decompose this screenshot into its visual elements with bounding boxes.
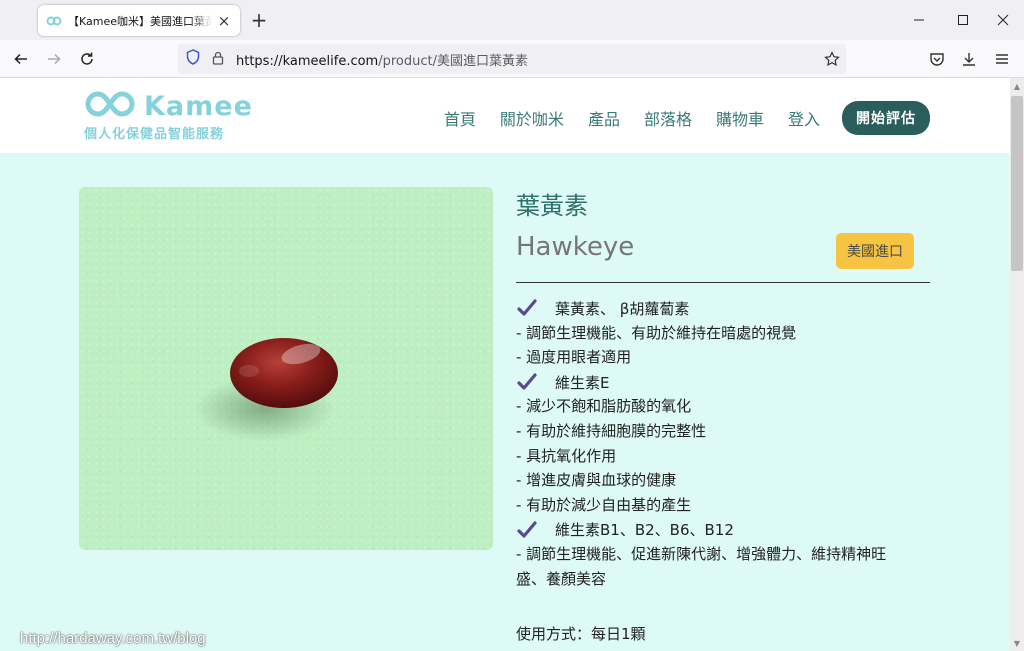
feature-group-title-text: 維生素B1、B2、B6、B12 <box>555 521 734 540</box>
tab-title: 【Kamee咖米】美國進口葉黃素 <box>68 14 212 28</box>
product-name-en: Hawkeye <box>516 232 635 262</box>
pocket-icon[interactable] <box>923 45 951 73</box>
scroll-up-arrow-icon[interactable]: ▲ <box>1010 78 1024 94</box>
feature-line: - 減少不飽和脂肪酸的氧化 <box>516 397 692 416</box>
product-info: 葉黃素 Hawkeye 美國進口 葉黃素、 β胡蘿蔔素 - 調節生理機能、有助於… <box>516 186 930 643</box>
page-content: Kamee 個人化保健品智能服務 首頁 關於咖米 產品 部落格 購物車 登入 開… <box>0 78 1010 651</box>
menu-item-about[interactable]: 關於咖米 <box>500 106 564 130</box>
scroll-down-arrow-icon[interactable]: ▼ <box>1010 635 1024 651</box>
logo-wordmark: Kamee <box>144 90 253 122</box>
feature-group-title: 葉黃素、 β胡蘿蔔素 <box>516 296 936 321</box>
feature-group-title: 維生素B1、B2、B6、B12 <box>516 517 936 542</box>
menu-item-cart[interactable]: 購物車 <box>716 106 764 130</box>
menu-item-products[interactable]: 產品 <box>588 106 620 130</box>
menu-item-login[interactable]: 登入 <box>788 106 820 130</box>
site-logo[interactable]: Kamee 個人化保健品智能服務 <box>84 90 253 143</box>
check-icon <box>517 521 537 538</box>
page-scrollbar[interactable]: ▲ ▼ <box>1010 78 1024 651</box>
usage-instructions: 使用方式：每日1顆 <box>516 625 646 643</box>
kamee-logo-icon <box>84 90 136 122</box>
minimize-icon[interactable] <box>896 0 942 40</box>
url-bar[interactable]: https://kameelife.com/product/美國進口葉黃素 <box>178 44 846 74</box>
menu-item-blog[interactable]: 部落格 <box>644 106 692 130</box>
feature-group-title-text: 維生素E <box>555 373 610 392</box>
reload-icon[interactable] <box>73 45 101 73</box>
lock-icon[interactable] <box>212 50 224 69</box>
divider <box>516 282 930 283</box>
menu-item-home[interactable]: 首頁 <box>444 106 476 130</box>
feature-line: - 有助於減少自由基的產生 <box>516 495 692 514</box>
feature-line: - 增進皮膚與血球的健康 <box>516 471 677 490</box>
feature-line: - 過度用眼者適用 <box>516 348 632 367</box>
softgel-capsule-image <box>194 338 338 441</box>
start-assessment-button[interactable]: 開始評估 <box>842 101 930 135</box>
feature-line: - 具抗氧化作用 <box>516 446 617 465</box>
check-icon <box>517 373 537 390</box>
check-icon <box>517 299 537 316</box>
tab-close-icon[interactable]: × <box>216 12 232 30</box>
feature-list: 葉黃素、 β胡蘿蔔素 - 調節生理機能、有助於維持在暗處的視覺 - 過度用眼者適… <box>516 296 936 591</box>
main-menu: 首頁 關於咖米 產品 部落格 購物車 登入 開始評估 <box>420 101 930 135</box>
origin-badge: 美國進口 <box>836 233 914 269</box>
back-icon[interactable] <box>7 45 35 73</box>
browser-tab-active[interactable]: 【Kamee咖米】美國進口葉黃素 × <box>38 5 240 36</box>
feature-line: - 調節生理機能、促進新陳代謝、增強體力、維持精神旺 <box>516 544 887 563</box>
feature-line: 盛、養顏美容 <box>516 569 607 588</box>
browser-tabstrip: 【Kamee咖米】美國進口葉黃素 × + <box>0 0 1024 40</box>
product-name-zh: 葉黃素 <box>516 192 588 220</box>
tracking-shield-icon[interactable] <box>186 49 200 69</box>
new-tab-icon[interactable]: + <box>248 8 270 32</box>
browser-navbar: https://kameelife.com/product/美國進口葉黃素 <box>0 40 1024 78</box>
downloads-icon[interactable] <box>955 45 983 73</box>
feature-group-title: 維生素E <box>516 370 936 395</box>
scrollbar-thumb[interactable] <box>1011 96 1023 271</box>
url-text[interactable]: https://kameelife.com/product/美國進口葉黃素 <box>236 50 528 69</box>
close-window-icon[interactable] <box>980 0 1024 40</box>
forward-icon[interactable] <box>40 45 68 73</box>
bookmark-star-icon[interactable] <box>824 51 840 71</box>
url-host: https://kameelife.com <box>236 53 379 69</box>
feature-group-title-text: 葉黃素、 β胡蘿蔔素 <box>555 299 690 318</box>
feature-line: - 調節生理機能、有助於維持在暗處的視覺 <box>516 323 797 342</box>
kamee-favicon-icon <box>46 13 62 29</box>
site-header: Kamee 個人化保健品智能服務 首頁 關於咖米 產品 部落格 購物車 登入 開… <box>0 78 1010 153</box>
feature-line: - 有助於維持細胞膜的完整性 <box>516 421 707 440</box>
app-menu-icon[interactable] <box>988 45 1016 73</box>
watermark: http://hardaway.com.tw/blog <box>20 630 206 647</box>
logo-tagline: 個人化保健品智能服務 <box>84 127 225 142</box>
product-image <box>79 187 493 550</box>
url-path: /product/美國進口葉黃素 <box>378 53 528 69</box>
